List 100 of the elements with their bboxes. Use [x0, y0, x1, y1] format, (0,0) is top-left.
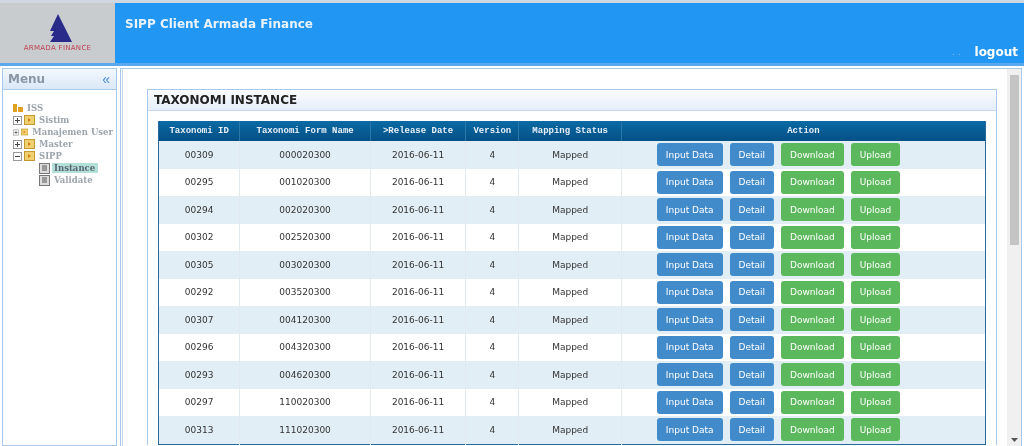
upload-button[interactable]: Upload	[850, 280, 901, 304]
input-data-button[interactable]: Input Data	[656, 225, 723, 249]
column-header: Mapping Status	[518, 121, 622, 141]
expand-icon[interactable]	[13, 127, 19, 137]
upload-button[interactable]: Upload	[850, 390, 901, 414]
detail-button[interactable]: Detail	[729, 170, 775, 194]
detail-button[interactable]: Detail	[729, 225, 775, 249]
table-cell: Mapped	[518, 251, 622, 279]
download-button[interactable]: Download	[781, 225, 844, 249]
table-cell: Mapped	[518, 141, 622, 169]
detail-button[interactable]: Detail	[729, 363, 775, 387]
logout-link[interactable]: logout	[974, 45, 1018, 59]
input-data-button[interactable]: Input Data	[656, 198, 723, 222]
download-button[interactable]: Download	[781, 253, 844, 277]
upload-button[interactable]: Upload	[850, 363, 901, 387]
table-cell: 00297	[158, 388, 240, 416]
table-cell: 000020300	[239, 141, 371, 169]
expand-icon[interactable]	[13, 115, 22, 125]
download-button[interactable]: Download	[781, 390, 844, 414]
tree-item[interactable]: Sistim	[37, 115, 73, 125]
tree-item[interactable]: SIPP	[37, 151, 65, 161]
table-cell: Mapped	[518, 196, 622, 224]
folder-tree-icon	[13, 103, 23, 113]
table-cell: 004620300	[239, 361, 371, 389]
column-header: Taxonomi Form Name	[239, 121, 371, 141]
folder-icon	[24, 115, 35, 125]
upload-button[interactable]: Upload	[850, 335, 901, 359]
table-cell: 004320300	[239, 333, 371, 361]
table-cell: Mapped	[518, 306, 622, 334]
input-data-button[interactable]: Input Data	[656, 170, 723, 194]
table-cell: 003520300	[239, 278, 371, 306]
table-cell: 002520300	[239, 223, 371, 251]
scroll-down-icon[interactable]	[1010, 438, 1018, 442]
table-cell: Mapped	[518, 388, 622, 416]
tree-item[interactable]: Master	[37, 139, 76, 149]
tree-item[interactable]: Manajemen User	[30, 127, 116, 137]
table-cell: Mapped	[518, 278, 622, 306]
folder-icon	[20, 127, 29, 137]
collapse-button[interactable]: «	[102, 71, 110, 87]
download-button[interactable]: Download	[781, 143, 844, 167]
sidebar-title: Menu	[8, 72, 46, 86]
detail-button[interactable]: Detail	[729, 143, 775, 167]
upload-button[interactable]: Upload	[850, 253, 901, 277]
table-cell: 00305	[158, 251, 240, 279]
table-cell: 00296	[158, 333, 240, 361]
expand-icon[interactable]	[13, 139, 22, 149]
input-data-button[interactable]: Input Data	[656, 390, 723, 414]
tree-item[interactable]: Instance	[52, 163, 99, 173]
table-cell: 00313	[158, 416, 240, 444]
table-cell: 00293	[158, 361, 240, 389]
table-cell: Mapped	[518, 361, 622, 389]
upload-button[interactable]: Upload	[850, 308, 901, 332]
input-data-button[interactable]: Input Data	[656, 280, 723, 304]
input-data-button[interactable]: Input Data	[656, 363, 723, 387]
table-cell: 00295	[158, 168, 240, 196]
column-header: Action	[621, 121, 986, 141]
upload-button[interactable]: Upload	[850, 198, 901, 222]
download-button[interactable]: Download	[781, 198, 844, 222]
detail-button[interactable]: Detail	[729, 308, 775, 332]
table-cell: Mapped	[518, 168, 622, 196]
column-header: >Release Date	[370, 121, 466, 141]
detail-button[interactable]: Detail	[729, 280, 775, 304]
collapse-icon[interactable]	[13, 151, 22, 161]
table-cell: 2016-06-11	[370, 251, 466, 279]
upload-button[interactable]: Upload	[850, 170, 901, 194]
table-cell: 00307	[158, 306, 240, 334]
detail-button[interactable]: Detail	[729, 418, 775, 442]
detail-button[interactable]: Detail	[729, 335, 775, 359]
download-button[interactable]: Download	[781, 170, 844, 194]
table-cell: 4	[465, 306, 519, 334]
table-cell: 002020300	[239, 196, 371, 224]
scrollbar[interactable]	[1007, 69, 1021, 446]
download-button[interactable]: Download	[781, 363, 844, 387]
input-data-button[interactable]: Input Data	[656, 143, 723, 167]
table-cell: 2016-06-11	[370, 278, 466, 306]
upload-button[interactable]: Upload	[850, 418, 901, 442]
download-button[interactable]: Download	[781, 308, 844, 332]
upload-button[interactable]: Upload	[850, 225, 901, 249]
input-data-button[interactable]: Input Data	[656, 253, 723, 277]
folder-icon	[24, 139, 35, 149]
detail-button[interactable]: Detail	[729, 390, 775, 414]
table-cell: 2016-06-11	[370, 416, 466, 444]
table-cell: 2016-06-11	[370, 306, 466, 334]
table-cell: 003020300	[239, 251, 371, 279]
input-data-button[interactable]: Input Data	[656, 308, 723, 332]
download-button[interactable]: Download	[781, 418, 844, 442]
download-button[interactable]: Download	[781, 335, 844, 359]
document-icon	[39, 174, 50, 186]
upload-button[interactable]: Upload	[850, 143, 901, 167]
app-title: SIPP Client Armada Finance	[125, 17, 314, 31]
detail-button[interactable]: Detail	[729, 198, 775, 222]
table-cell: 110020300	[239, 388, 371, 416]
input-data-button[interactable]: Input Data	[656, 335, 723, 359]
detail-button[interactable]: Detail	[729, 253, 775, 277]
table-cell: 2016-06-11	[370, 333, 466, 361]
column-header: Version	[465, 121, 519, 141]
input-data-button[interactable]: Input Data	[656, 418, 723, 442]
tree-item[interactable]: ISS	[25, 103, 47, 113]
tree-item[interactable]: Validate	[52, 175, 96, 185]
download-button[interactable]: Download	[781, 280, 844, 304]
